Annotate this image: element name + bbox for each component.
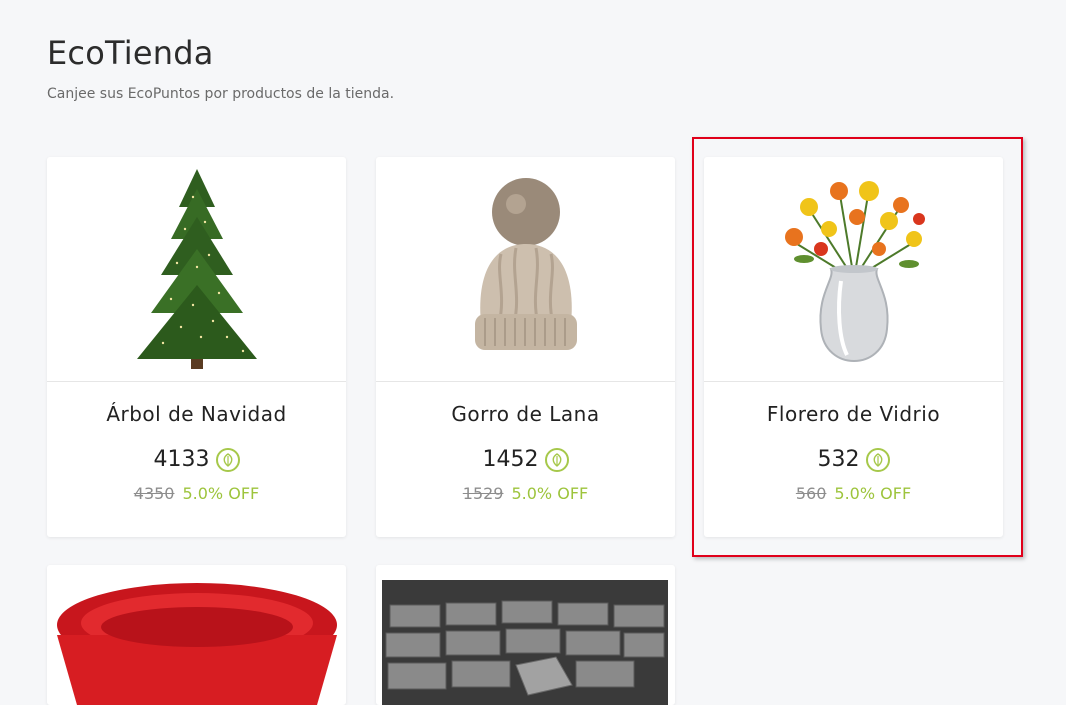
concrete-blocks-image [382,580,668,705]
selection-highlight-box [692,137,1023,557]
original-points: 1529 [462,484,504,503]
discount-info: 4350 5.0% OFF [47,484,346,503]
ecopoints-leaf-icon [544,447,569,472]
discount-label: 5.0% OFF [511,484,589,503]
page-subtitle: Canjee sus EcoPuntos por productos de la… [47,86,395,102]
red-bowl-image [57,583,337,705]
page-title: EcoTienda [47,34,214,72]
product-card-blocks[interactable] [376,565,675,705]
product-name: Gorro de Lana [451,402,600,426]
product-name: Árbol de Navidad [106,402,287,426]
product-card-red-bowl[interactable] [47,565,346,705]
product-price: 4133 [47,447,346,472]
points-value: 1452 [482,447,539,472]
discount-info: 1529 5.0% OFF [376,484,675,503]
discount-label: 5.0% OFF [182,484,260,503]
original-points: 4350 [133,484,175,503]
product-card-arbol[interactable]: Árbol de Navidad 4133 4350 5.0% OFF [47,157,346,537]
ecopoints-leaf-icon [215,447,240,472]
points-value: 4133 [153,447,210,472]
product-card-gorro[interactable]: Gorro de Lana 1452 1529 5.0% OFF [376,157,675,537]
wool-hat-image [376,157,675,382]
christmas-tree-image [47,157,346,382]
product-price: 1452 [376,447,675,472]
